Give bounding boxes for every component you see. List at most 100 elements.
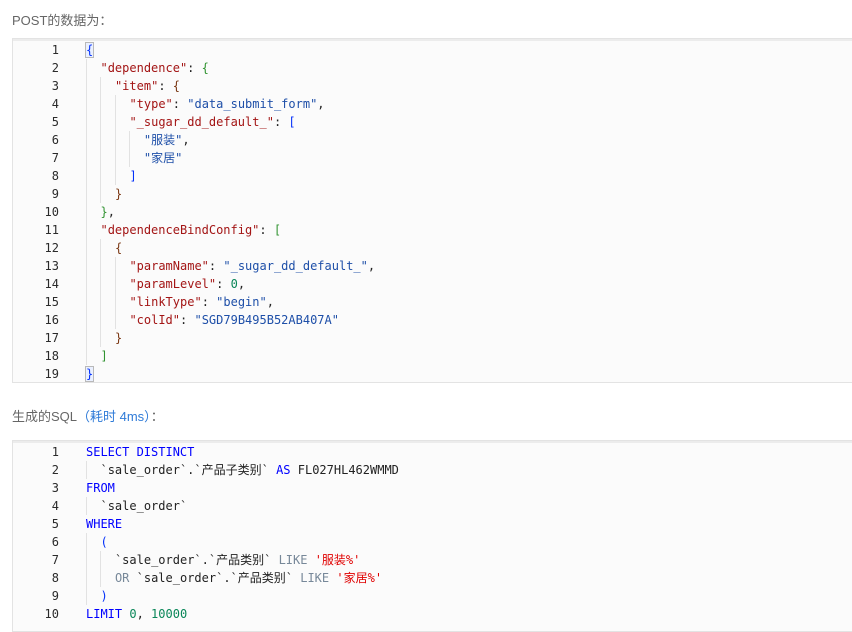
json-line[interactable]: 19}	[13, 365, 852, 382]
indent-guide	[114, 311, 116, 329]
code-token: ]	[100, 349, 108, 363]
indent-guide	[100, 113, 102, 131]
line-number: 2	[51, 61, 59, 75]
code-text: {	[84, 41, 95, 59]
json-line[interactable]: 4 "type": "data_submit_form",	[13, 95, 852, 113]
indent-guide	[100, 77, 102, 95]
json-code-editor[interactable]: 1{ 2 "dependence": {3 "item": {4 "type": "da…	[12, 38, 852, 383]
json-line[interactable]: 10},	[13, 203, 852, 221]
code-token: ,	[266, 295, 274, 309]
code-token: ,	[107, 205, 115, 219]
json-line[interactable]: 8]	[13, 167, 852, 185]
code-token: ,	[367, 259, 376, 273]
sql-line[interactable]: 2 `sale_order`.`产品子类别` AS FL027HL462WMMD	[13, 461, 852, 479]
indent-guide	[86, 551, 87, 569]
code-token: :	[187, 61, 202, 75]
sql-line[interactable]: 1 SELECT DISTINCT	[13, 443, 852, 461]
indent-guide	[86, 59, 87, 77]
sql-line[interactable]: 9)	[13, 587, 852, 605]
code-token: LIMIT	[86, 607, 123, 621]
json-line[interactable]: 12 {	[13, 239, 852, 257]
code-text: "paramName": "_sugar_dd_default_",	[129, 257, 375, 275]
code-text: "item": {	[115, 77, 180, 95]
indent-guide	[86, 239, 87, 257]
code-token: (	[100, 535, 108, 549]
code-text: "_sugar_dd_default_": [	[129, 113, 295, 131]
code-token: SELECT DISTINCT	[86, 445, 195, 459]
indent-guide	[86, 131, 87, 149]
json-line[interactable]: 5 "_sugar_dd_default_": [	[13, 113, 852, 131]
indent-guide	[86, 167, 87, 185]
indent-guide	[86, 293, 87, 311]
sql-line[interactable]: 7 `sale_order`.`产品类别` LIKE '服装%'	[13, 551, 852, 569]
code-text: "type": "data_submit_form",	[129, 95, 324, 113]
sql-line[interactable]: 10 LIMIT 0, 10000	[13, 605, 852, 623]
code-text: "家居"	[144, 149, 182, 167]
sql-line[interactable]: 5 WHERE	[13, 515, 852, 533]
sql-line[interactable]: 8 OR `sale_order`.`产品类别` LIKE '家居%'	[13, 569, 852, 587]
json-line[interactable]: 11 "dependenceBindConfig": [	[13, 221, 852, 239]
line-number: 4	[51, 499, 59, 513]
code-token: 0	[230, 277, 238, 291]
indent-guide	[86, 221, 87, 239]
indent-guide	[86, 95, 87, 113]
line-number: 15	[44, 295, 59, 309]
line-number: 8	[51, 169, 59, 183]
json-line[interactable]: 7 "家居"	[13, 149, 852, 167]
indent-guide	[114, 275, 116, 293]
line-number: 13	[44, 259, 59, 273]
json-line[interactable]: 15 "linkType": "begin",	[13, 293, 852, 311]
sql-line[interactable]: 3 FROM	[13, 479, 852, 497]
code-token: "dependence"	[100, 61, 188, 75]
code-text: }	[115, 185, 122, 203]
json-line[interactable]: 9}	[13, 185, 852, 203]
json-line[interactable]: 16 "colId": "SGD79B495B52AB407A"	[13, 311, 852, 329]
code-token: :	[208, 259, 224, 273]
json-line[interactable]: 1{	[13, 41, 852, 59]
json-line[interactable]: 18]	[13, 347, 852, 365]
indent-guide	[86, 497, 87, 515]
code-token: `sale_order`.`产品类别`	[129, 571, 301, 585]
indent-guide	[129, 131, 131, 149]
indent-guide	[100, 311, 102, 329]
code-token: "_sugar_dd_default_"	[223, 259, 368, 273]
indent-guide	[100, 131, 102, 149]
code-token: LIKE	[278, 553, 308, 567]
indent-guide	[86, 185, 87, 203]
code-token: ,	[182, 133, 190, 147]
indent-guide	[86, 275, 87, 293]
code-token: }	[100, 205, 108, 219]
indent-guide	[114, 293, 116, 311]
indent-guide	[86, 533, 87, 551]
json-line[interactable]: 17}	[13, 329, 852, 347]
code-token: ,	[237, 277, 246, 291]
line-number: 14	[44, 277, 59, 291]
json-line[interactable]: 2 "dependence": {	[13, 59, 852, 77]
indent-guide	[100, 239, 102, 257]
sql-line[interactable]: 6(	[13, 533, 852, 551]
code-token: "SGD79B495B52AB407A"	[194, 313, 339, 327]
indent-guide	[114, 149, 116, 167]
indent-guide	[86, 329, 87, 347]
sql-code-editor[interactable]: 1 SELECT DISTINCT 2 `sale_order`.`产品子类别` AS…	[12, 440, 852, 632]
json-line[interactable]: 3 "item": {	[13, 77, 852, 95]
code-text: ]	[129, 167, 136, 185]
code-text: "colId": "SGD79B495B52AB407A"	[129, 311, 339, 329]
indent-guide	[100, 167, 102, 185]
code-token: "linkType"	[129, 295, 202, 309]
json-line[interactable]: 13 "paramName": "_sugar_dd_default_",	[13, 257, 852, 275]
json-line[interactable]: 14 "paramLevel": 0,	[13, 275, 852, 293]
json-line[interactable]: 6 "服装",	[13, 131, 852, 149]
code-token: "家居"	[143, 151, 183, 165]
sql-label-suffix: ：	[150, 409, 164, 424]
indent-guide	[129, 149, 131, 167]
sql-line[interactable]: 4 `sale_order`	[13, 497, 852, 515]
code-token: {	[84, 42, 95, 58]
code-text: OR `sale_order`.`产品类别` LIKE '家居%'	[115, 569, 382, 587]
code-text: "paramLevel": 0,	[129, 275, 245, 293]
line-number: 9	[51, 187, 59, 201]
indent-guide	[86, 77, 87, 95]
code-token: "type"	[129, 97, 173, 111]
line-number: 7	[51, 151, 59, 165]
